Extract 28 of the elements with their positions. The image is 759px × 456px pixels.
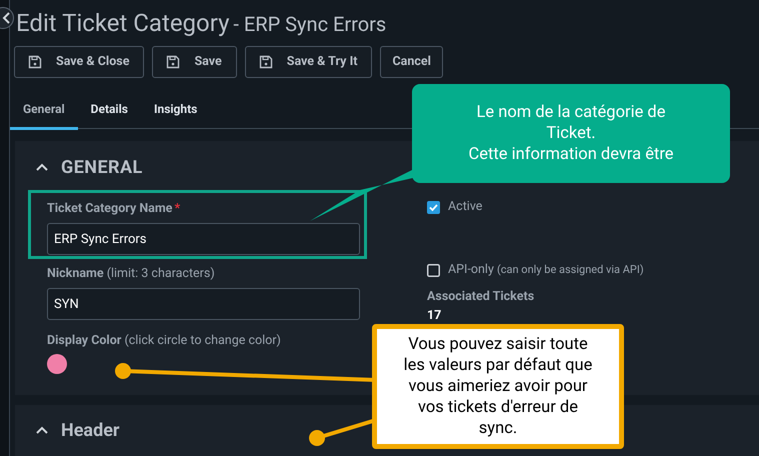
collapse-icon[interactable] [35,426,49,434]
page-subtitle: - ERP Sync Errors [233,11,386,38]
color-swatch[interactable] [47,354,67,374]
required-mark: * [174,200,180,218]
page-title: Edit Ticket Category [16,8,230,38]
input-field[interactable]: SYN [47,288,360,320]
checkbox-label: API-only (can only be assigned via API) [448,260,644,279]
toolbar-button[interactable]: Save & Close [14,46,144,78]
ticket-count: 17 [427,308,442,323]
checkbox[interactable] [427,200,440,214]
field-label: Ticket Category Name [47,200,172,218]
collapse-icon[interactable] [35,162,49,172]
toolbar-button[interactable]: Save [152,46,237,78]
input-field[interactable]: ERP Sync Errors [47,223,360,255]
tab[interactable]: Insights [140,100,210,130]
field-label: Display Color (click circle to change color) [47,333,281,348]
field-label: Nickname (limit: 3 characters) [47,266,215,281]
section-heading: GENERAL [61,156,143,180]
toolbar-button[interactable]: Save & Try It [244,46,372,78]
checkbox[interactable] [427,264,440,276]
checkbox-label: Active [448,198,482,216]
callout-text: Vous pouvez saisir toute les valeurs par défaut que vous aimeriez avoir pour vos tickets d'erreur de sync. [404,334,592,439]
section-heading: Header [61,418,120,442]
callout-text: Le nom de la catégorie de Ticket. Cette information devra être [468,102,674,165]
toolbar-button[interactable]: Cancel [380,46,443,78]
field-label: Associated Tickets [427,288,536,306]
tab[interactable]: Details [78,100,141,130]
tab[interactable]: General [10,100,78,130]
